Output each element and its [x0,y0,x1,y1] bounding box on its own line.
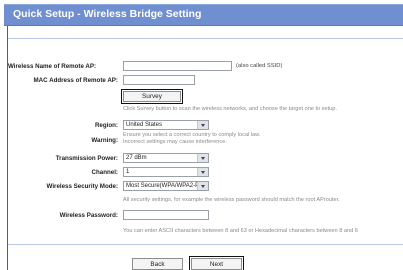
tx-power-select[interactable]: 27 dBm [123,153,209,163]
tx-power-value: 27 dBm [126,155,147,161]
next-button[interactable]: Next [189,256,244,270]
chevron-down-icon [197,121,208,129]
divider-top [8,38,403,39]
chevron-down-icon [197,168,208,176]
chevron-down-icon [197,154,208,162]
survey-hint: Click Survey button to scan the wireless… [123,106,337,112]
remote-ssid-input[interactable] [123,61,232,71]
channel-select[interactable]: 1 [123,167,209,177]
warning-line-2: Incorrect settings may cause interferenc… [123,139,227,145]
region-value: United States [126,122,163,128]
region-select[interactable]: United States [123,120,209,130]
survey-button[interactable]: Survey [121,89,183,104]
chevron-down-icon [197,182,208,190]
remote-ssid-label: Wireless Name of Remote AP: [8,63,97,70]
security-mode-select[interactable]: Most Secure(WPA/WPA2-PSK [123,181,209,191]
password-label: Wireless Password: [59,212,118,219]
security-mode-value: Most Secure(WPA/WPA2-PSK [126,183,208,189]
region-label: Region: [94,122,118,129]
tx-power-label: Transmission Power: [55,155,118,162]
warning-line-1: Ensure you select a correct country to c… [123,132,261,138]
title-bar: Quick Setup - Wireless Bridge Setting [4,4,403,26]
channel-label: Channel: [91,169,118,176]
divider-bottom [8,244,403,245]
page-title: Quick Setup - Wireless Bridge Setting [13,8,202,20]
remote-mac-input[interactable] [123,75,195,85]
ssid-note: (also called SSID) [236,63,283,69]
security-mode-label: Wireless Security Mode: [46,183,118,190]
password-input[interactable] [123,210,209,220]
password-hint: You can enter ASCII characters between 8… [123,228,358,234]
security-hint: All security settings, for example the w… [123,197,340,203]
warning-label: Warning: [91,137,118,144]
remote-mac-label: MAC Address of Remote AP: [33,77,118,84]
back-button[interactable]: Back [132,258,183,270]
channel-value: 1 [126,169,130,175]
